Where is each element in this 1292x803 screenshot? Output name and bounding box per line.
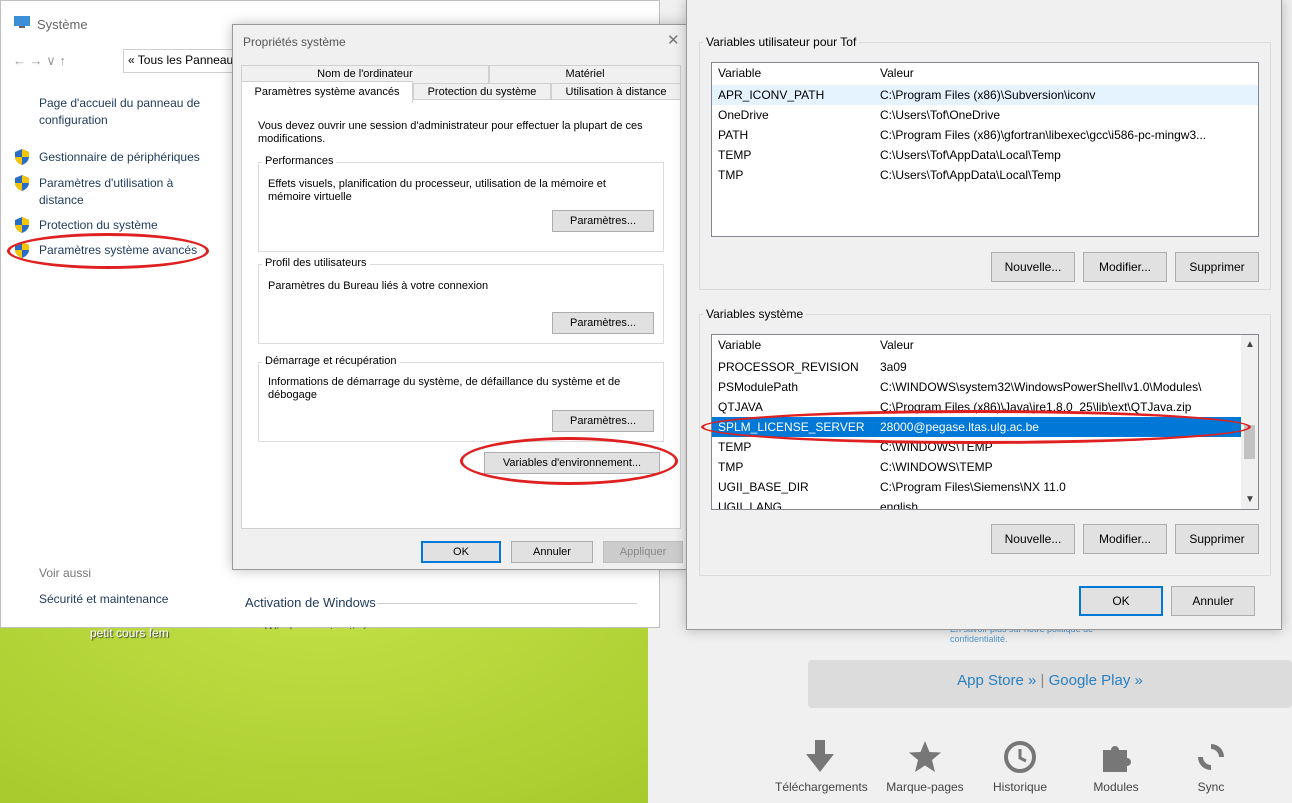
system-edit-button[interactable]: Modifier... <box>1083 524 1167 554</box>
group-description: Paramètres du Bureau liés à votre connex… <box>268 280 489 292</box>
group-label: Performances <box>262 155 337 167</box>
user-variables-list[interactable]: Variable Valeur APR_ICONV_PATH C:\Program… <box>711 62 1259 237</box>
col-variable[interactable]: Variable <box>718 66 761 80</box>
col-variable[interactable]: Variable <box>718 338 761 352</box>
window-title: Système <box>37 17 88 32</box>
app-store-link[interactable]: App Store » <box>957 672 1036 689</box>
group-description: Informations de démarrage du système, de… <box>268 376 621 401</box>
system-new-button[interactable]: Nouvelle... <box>991 524 1075 554</box>
user-new-button[interactable]: Nouvelle... <box>991 252 1075 282</box>
list-item[interactable]: PROCESSOR_REVISION 3a09 <box>712 357 1258 377</box>
system-variables-label: Variables système <box>703 307 807 321</box>
highlight-ring <box>7 233 209 269</box>
list-item[interactable]: PATH C:\Program Files (x86)\gfortran\libe… <box>712 125 1258 145</box>
highlight-ring <box>460 437 678 485</box>
nav-arrows[interactable]: ← → ∨ ↑ <box>13 53 66 69</box>
user-delete-button[interactable]: Supprimer <box>1175 252 1259 282</box>
shield-icon <box>15 217 29 233</box>
list-header: Variable Valeur <box>712 63 1258 83</box>
apply-button[interactable]: Appliquer <box>603 541 683 563</box>
scrollbar[interactable]: ▲ ▼ <box>1241 335 1258 509</box>
shield-icon <box>15 149 29 165</box>
shield-icon <box>15 175 29 191</box>
toolbar-addons[interactable]: Modules <box>1071 740 1161 794</box>
see-also-heading: Voir aussi <box>39 566 92 580</box>
app-links: App Store » | Google Play » <box>957 672 1143 689</box>
computer-icon <box>14 16 30 28</box>
activation-text: Windows est activé <box>265 619 655 629</box>
remote-settings-link[interactable]: Paramètres d'utilisation à distance <box>39 175 199 209</box>
dialog-title: Propriétés système <box>243 35 346 49</box>
tab-advanced[interactable]: Paramètres système avancés <box>241 81 413 103</box>
scroll-down-icon[interactable]: ▼ <box>1245 494 1255 505</box>
clock-icon <box>1004 741 1036 773</box>
highlight-ring <box>701 410 1251 444</box>
list-item[interactable]: UGII_BASE_DIR C:\Program Files\Siemens\NX… <box>712 477 1258 497</box>
list-item[interactable]: PSModulePath C:\WINDOWS\system32\WindowsP… <box>712 377 1258 397</box>
section-divider <box>377 603 637 604</box>
star-icon <box>909 741 941 772</box>
download-icon <box>806 740 834 772</box>
startup-settings-button[interactable]: Paramètres... <box>552 410 654 432</box>
control-panel-home-link[interactable]: Page d'accueil du panneau de configurati… <box>39 95 229 129</box>
profiles-settings-button[interactable]: Paramètres... <box>552 312 654 334</box>
system-protection-link[interactable]: Protection du système <box>39 217 158 234</box>
performance-group <box>258 162 664 252</box>
group-label: Profil des utilisateurs <box>262 257 370 269</box>
user-edit-button[interactable]: Modifier... <box>1083 252 1167 282</box>
cancel-button[interactable]: Annuler <box>1171 586 1255 616</box>
toolbar-sync[interactable]: Sync <box>1166 740 1256 794</box>
tab-panel: Vous devez ouvrir une session d'administ… <box>241 99 681 529</box>
tab-hardware[interactable]: Matériel <box>489 65 681 83</box>
col-value[interactable]: Valeur <box>880 66 914 80</box>
col-value[interactable]: Valeur <box>880 338 914 352</box>
ok-button[interactable]: OK <box>1079 586 1163 616</box>
list-item[interactable]: TMP C:\Users\Tof\AppData\Local\Temp <box>712 165 1258 185</box>
user-variables-label: Variables utilisateur pour Tof <box>703 35 860 49</box>
google-play-link[interactable]: Google Play » <box>1049 672 1143 689</box>
performance-settings-button[interactable]: Paramètres... <box>552 210 654 232</box>
system-properties-dialog: Propriétés système ✕ Nom de l'ordinateur… <box>232 24 688 570</box>
close-icon[interactable]: ✕ <box>667 31 680 49</box>
list-item[interactable]: TMP C:\WINDOWS\TEMP <box>712 457 1258 477</box>
environment-variables-dialog: Variables utilisateur pour Tof Variable … <box>686 0 1282 630</box>
list-item[interactable]: OneDrive C:\Users\Tof\OneDrive <box>712 105 1258 125</box>
security-maintenance-link[interactable]: Sécurité et maintenance <box>39 591 168 608</box>
sync-icon <box>1198 744 1224 770</box>
cancel-button[interactable]: Annuler <box>511 541 593 563</box>
group-description: Effets visuels, planification du process… <box>268 178 606 203</box>
list-item[interactable]: APR_ICONV_PATH C:\Program Files (x86)\Sub… <box>712 85 1258 105</box>
device-manager-link[interactable]: Gestionnaire de périphériques <box>39 149 200 166</box>
system-delete-button[interactable]: Supprimer <box>1175 524 1259 554</box>
puzzle-icon <box>1103 746 1131 772</box>
group-label: Démarrage et récupération <box>262 355 400 367</box>
desktop-icon-label[interactable]: petit cours fem <box>90 626 169 640</box>
activation-heading: Activation de Windows <box>245 595 376 610</box>
list-item[interactable]: TEMP C:\Users\Tof\AppData\Local\Temp <box>712 145 1258 165</box>
list-header: Variable Valeur <box>712 335 1258 355</box>
toolbar-bookmarks[interactable]: Marque-pages <box>880 740 970 794</box>
toolbar-history[interactable]: Historique <box>975 740 1065 794</box>
ok-button[interactable]: OK <box>421 541 501 563</box>
address-bar[interactable]: « Tous les Panneaux <box>123 49 243 73</box>
list-item[interactable]: UGII_LANG english <box>712 497 1258 509</box>
admin-note: Vous devez ouvrir une session d'administ… <box>258 120 643 145</box>
scroll-up-icon[interactable]: ▲ <box>1245 339 1255 350</box>
toolbar-downloads[interactable]: Téléchargements <box>775 740 868 794</box>
